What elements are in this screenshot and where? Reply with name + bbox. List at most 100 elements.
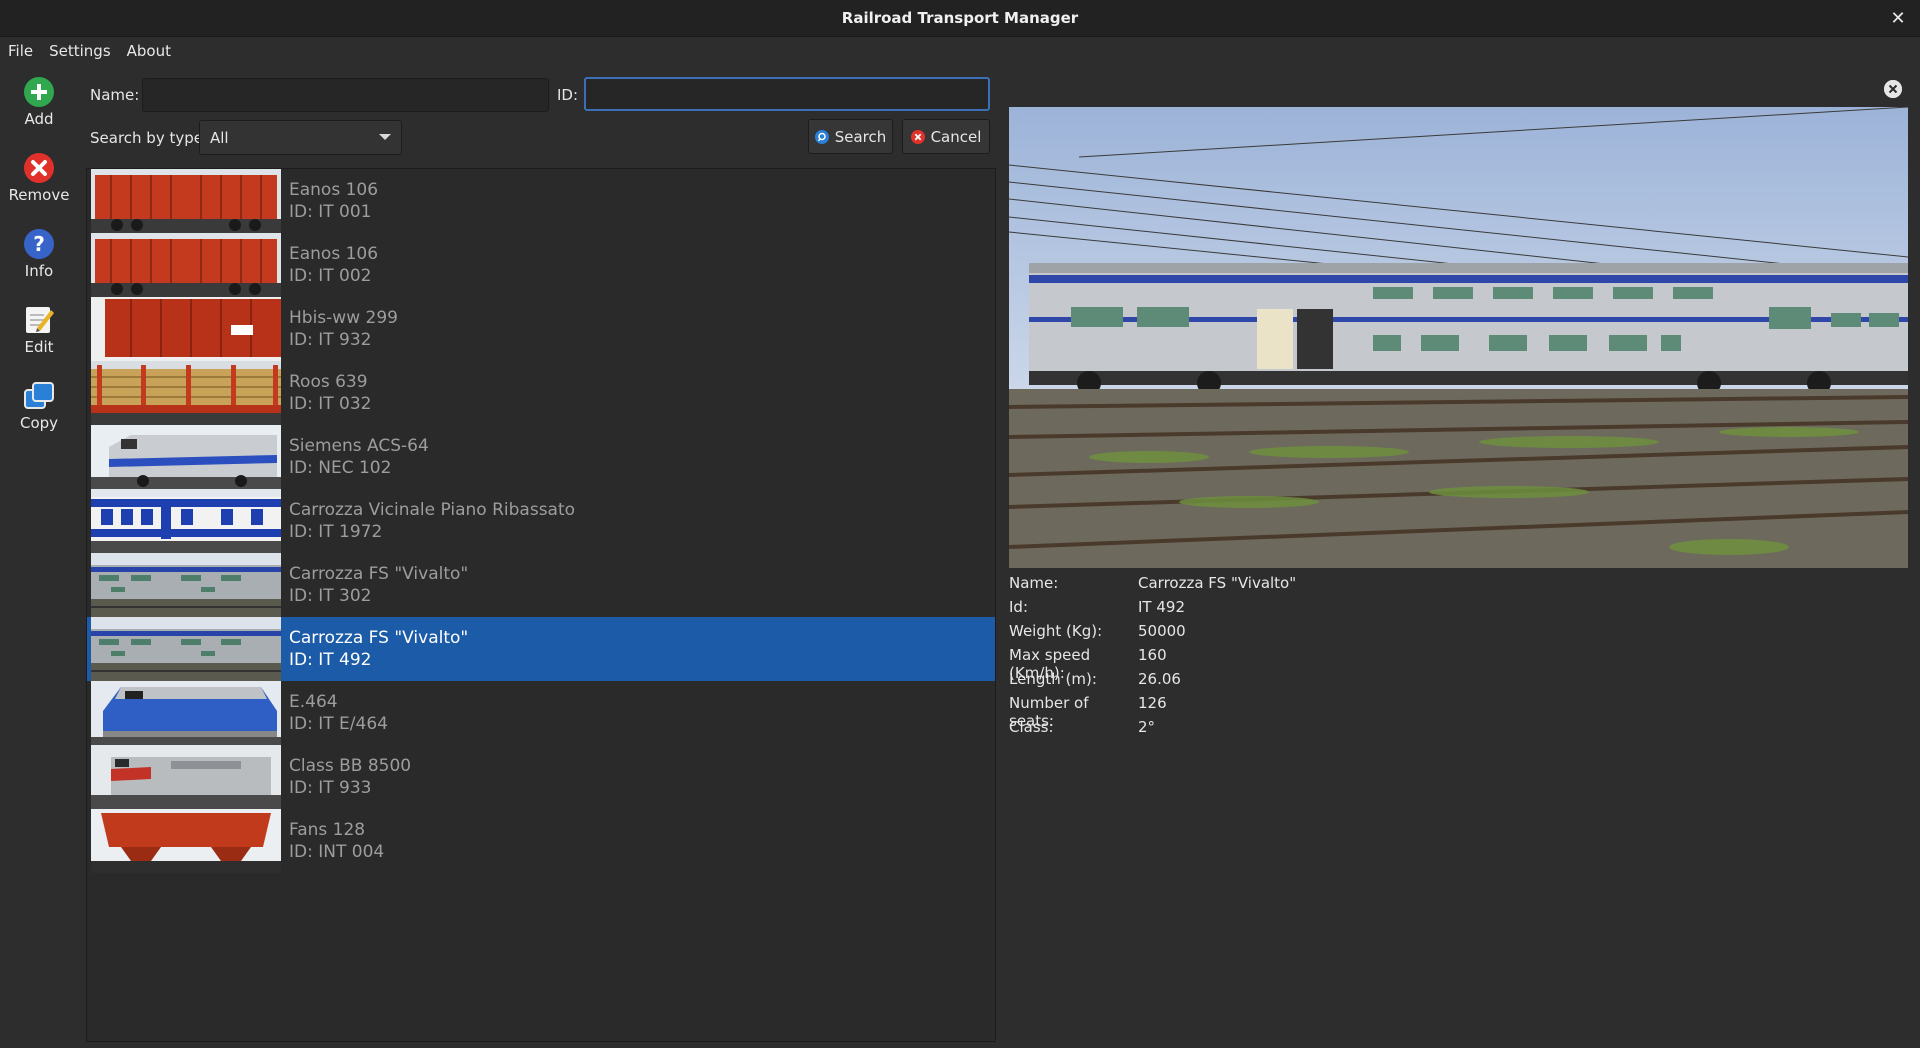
copy-label: Copy	[19, 414, 59, 432]
red-hopper-thumbnail	[91, 809, 281, 873]
cancel-button[interactable]: Cancel	[902, 119, 990, 154]
vehicle-details: Name: Carrozza FS "Vivalto" Id: IT 492 W…	[1009, 574, 1296, 742]
item-name: Eanos 106	[289, 244, 379, 264]
type-select[interactable]: All	[199, 120, 402, 155]
remove-button[interactable]: Remove	[0, 146, 78, 222]
list-item[interactable]: Roos 639 ID: IT 032	[87, 361, 995, 425]
detail-value: IT 492	[1138, 598, 1185, 616]
list-item[interactable]: Carrozza Vicinale Piano Ribassato ID: IT…	[87, 489, 995, 553]
item-id: ID: IT 002	[289, 266, 372, 286]
detail-row-seats: Number of seats: 126	[1009, 694, 1296, 730]
item-name: Carrozza Vicinale Piano Ribassato	[289, 500, 576, 520]
list-item[interactable]: Carrozza FS "Vivalto" ID: IT 302	[87, 553, 995, 617]
detail-key: Id:	[1009, 598, 1028, 616]
item-id: ID: IT 492	[289, 650, 372, 670]
add-button[interactable]: Add	[0, 70, 78, 146]
info-button[interactable]: ? Info	[0, 222, 78, 298]
item-name: Siemens ACS-64	[289, 436, 429, 456]
detail-value: 126	[1138, 694, 1167, 712]
item-id: ID: IT 933	[289, 778, 372, 798]
detail-value: 160	[1138, 646, 1167, 664]
close-detail-button[interactable]	[1884, 80, 1902, 98]
menu-about[interactable]: About	[119, 42, 179, 60]
detail-row-id: Id: IT 492	[1009, 598, 1296, 622]
item-id: ID: IT 1972	[289, 522, 383, 542]
silver-locomotive-thumbnail	[91, 425, 281, 489]
close-icon	[1884, 80, 1902, 98]
cancel-button-label: Cancel	[930, 127, 982, 146]
remove-icon	[24, 153, 54, 183]
search-button-label: Search	[834, 127, 887, 146]
remove-label: Remove	[8, 186, 70, 204]
window-close-button[interactable]: ✕	[1886, 6, 1910, 30]
help-icon: ?	[24, 229, 54, 259]
detail-row-weight: Weight (Kg): 50000	[1009, 622, 1296, 646]
cancel-icon	[910, 129, 925, 144]
detail-value: 2°	[1138, 718, 1156, 736]
info-label: Info	[24, 262, 54, 280]
item-name: Fans 128	[289, 820, 366, 840]
chevron-down-icon	[379, 134, 391, 140]
item-name: Class BB 8500	[289, 756, 412, 776]
detail-row-max-speed: Max speed (Km/h): 160	[1009, 646, 1296, 682]
name-label: Name:	[90, 86, 140, 104]
list-item-selected[interactable]: Carrozza FS "Vivalto" ID: IT 492	[87, 617, 995, 681]
list-item[interactable]: Hbis-ww 299 ID: IT 932	[87, 297, 995, 361]
detail-row-name: Name: Carrozza FS "Vivalto"	[1009, 574, 1296, 598]
item-id: ID: IT E/464	[289, 714, 388, 734]
detail-value: Carrozza FS "Vivalto"	[1138, 574, 1297, 592]
item-id: ID: IT 932	[289, 330, 372, 350]
item-id: ID: IT 001	[289, 202, 372, 222]
type-label: Search by type:	[90, 129, 209, 147]
list-item[interactable]: Siemens ACS-64 ID: NEC 102	[87, 425, 995, 489]
copy-button[interactable]: Copy	[0, 374, 78, 450]
search-button[interactable]: Search	[808, 119, 893, 154]
edit-button[interactable]: Edit	[0, 298, 78, 374]
blue-locomotive-thumbnail	[91, 681, 281, 745]
list-item[interactable]: Fans 128 ID: INT 004	[87, 809, 995, 873]
grey-locomotive-thumbnail	[91, 745, 281, 809]
list-item[interactable]: Class BB 8500 ID: IT 933	[87, 745, 995, 809]
vehicle-list[interactable]: Eanos 106 ID: IT 001 Eanos 106 ID: IT 00…	[86, 168, 996, 1042]
detail-key: Max speed (Km/h):	[1009, 646, 1091, 682]
item-name: Eanos 106	[289, 180, 379, 200]
vivalto-coach-thumbnail	[91, 553, 281, 617]
name-input[interactable]	[142, 78, 549, 112]
item-id: ID: NEC 102	[289, 458, 392, 478]
detail-key: Name:	[1009, 574, 1059, 592]
window-title: Railroad Transport Manager	[841, 9, 1079, 27]
list-item[interactable]: Eanos 106 ID: IT 002	[87, 233, 995, 297]
blue-coach-thumbnail	[91, 489, 281, 553]
add-icon	[24, 77, 54, 107]
red-wagon-thumbnail	[91, 169, 281, 233]
detail-key: Length (m):	[1009, 670, 1097, 688]
detail-row-class: Class: 2°	[1009, 718, 1296, 742]
list-item[interactable]: E.464 ID: IT E/464	[87, 681, 995, 745]
title-bar: Railroad Transport Manager ✕	[0, 0, 1920, 37]
id-label: ID:	[557, 86, 579, 104]
menu-bar: File Settings About	[0, 37, 1920, 65]
detail-key: Class:	[1009, 718, 1054, 736]
detail-key: Number of seats:	[1009, 694, 1089, 730]
side-toolbar: Add Remove ? Info Edit Copy	[0, 70, 78, 450]
red-boxcar-thumbnail	[91, 297, 281, 361]
item-name: Roos 639	[289, 372, 368, 392]
list-item[interactable]: Eanos 106 ID: IT 001	[87, 169, 995, 233]
search-icon	[814, 129, 829, 144]
detail-value: 26.06	[1138, 670, 1181, 688]
detail-key: Weight (Kg):	[1009, 622, 1103, 640]
add-label: Add	[24, 110, 54, 128]
item-id: ID: IT 302	[289, 586, 372, 606]
item-name: E.464	[289, 692, 338, 712]
detail-row-length: Length (m): 26.06	[1009, 670, 1296, 694]
type-select-value: All	[210, 128, 229, 147]
edit-icon	[26, 307, 54, 333]
menu-file[interactable]: File	[0, 42, 41, 60]
item-name: Hbis-ww 299	[289, 308, 398, 328]
id-input[interactable]	[584, 77, 990, 111]
edit-label: Edit	[24, 338, 54, 356]
item-id: ID: INT 004	[289, 842, 385, 862]
menu-settings[interactable]: Settings	[41, 42, 119, 60]
vivalto-coach-thumbnail	[91, 617, 281, 681]
red-wagon-thumbnail	[91, 233, 281, 297]
